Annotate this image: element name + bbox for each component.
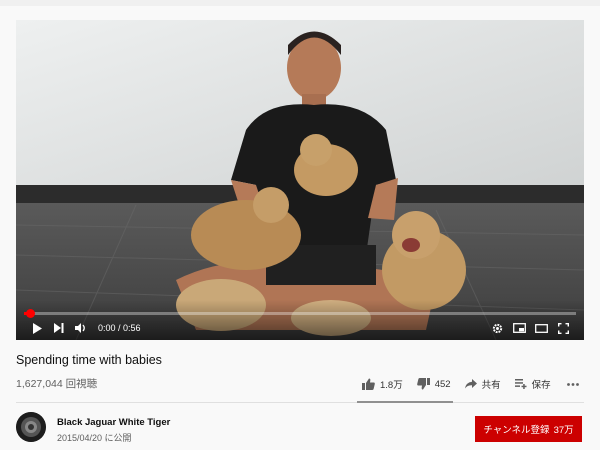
player-controls: 0:00 / 0:56 [16,309,584,340]
save-playlist-icon [514,379,527,389]
thumbs-down-icon [416,378,430,390]
settings-icon[interactable] [486,319,508,337]
like-ratio-bar [357,401,453,403]
time-current: 0:00 [98,323,116,333]
video-title: Spending time with babies [16,353,162,367]
save-button[interactable]: 保存 [514,377,551,391]
subscribe-label: チャンネル登録 [483,425,550,436]
next-icon[interactable] [48,319,70,337]
time-total: 0:56 [123,323,141,333]
progress-bar[interactable] [24,309,576,318]
fullscreen-icon[interactable] [552,319,574,337]
divider [16,402,584,403]
share-button[interactable]: 共有 [464,377,501,391]
share-label: 共有 [481,380,501,391]
volume-icon[interactable] [70,319,92,337]
action-bar: 1.8万 452 共有 保存 [362,374,584,394]
more-icon[interactable] [566,382,584,386]
like-button[interactable]: 1.8万 [362,377,403,391]
save-label: 保存 [531,380,551,391]
channel-name[interactable]: Black Jaguar White Tiger [57,417,170,428]
theater-icon[interactable] [530,319,552,337]
publish-date: 2015/04/20 に公開 [57,433,132,443]
video-player[interactable]: 0:00 / 0:56 [16,20,584,340]
video-frame[interactable] [16,20,584,340]
view-count: 1,627,044 回視聴 [16,378,98,390]
time-display: 0:00 / 0:56 [98,323,141,333]
thumbs-up-icon [362,378,375,390]
subscriber-count: 37万 [553,425,574,436]
top-strip [0,0,600,6]
subscribe-button[interactable]: チャンネル登録 37万 [475,416,582,442]
progress-scrubber[interactable] [25,309,35,318]
channel-avatar[interactable] [16,412,46,442]
miniplayer-icon[interactable] [508,319,530,337]
time-separator: / [115,323,124,333]
dislike-button[interactable]: 452 [416,378,451,390]
like-count: 1.8万 [380,380,403,391]
dislike-count: 452 [434,378,451,390]
play-icon[interactable] [26,319,48,337]
share-icon [464,379,477,389]
